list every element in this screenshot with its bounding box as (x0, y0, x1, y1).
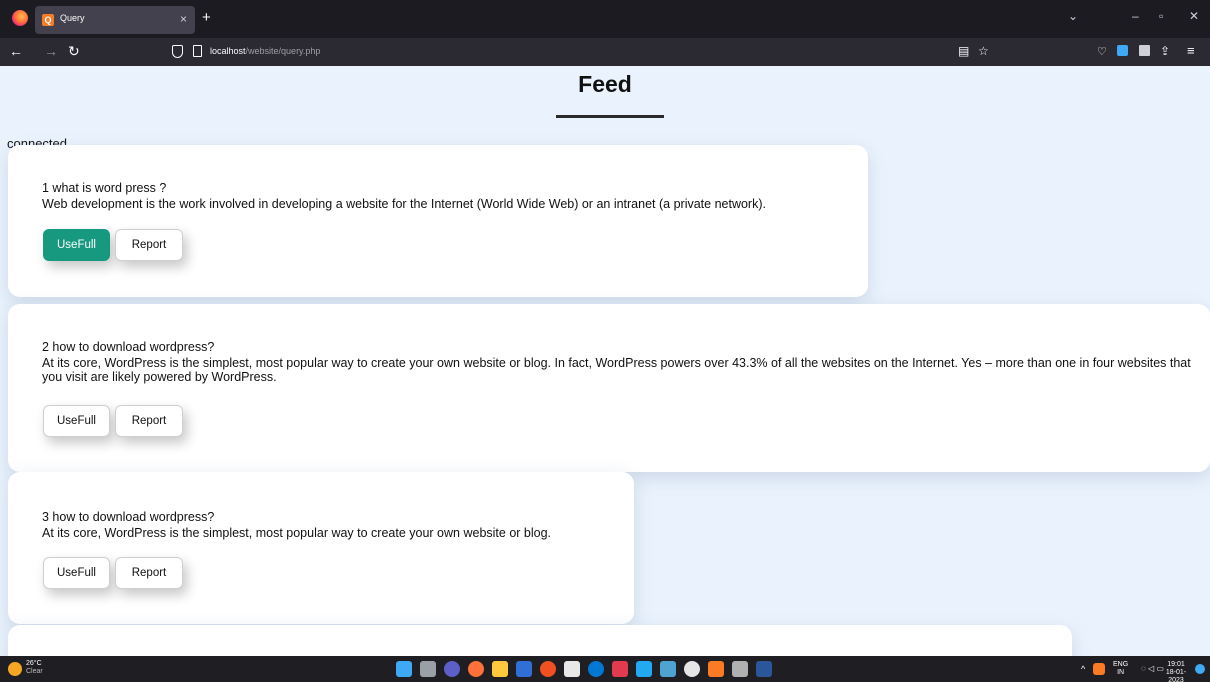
post-card (8, 625, 1072, 656)
weather-widget[interactable]: 26°C Clear (26, 660, 43, 676)
title-underline (556, 115, 664, 118)
app-icon-5[interactable] (684, 661, 700, 677)
task-view-icon[interactable] (420, 661, 436, 677)
new-tab-icon[interactable]: + (202, 9, 211, 26)
vscode-icon[interactable] (636, 661, 652, 677)
reader-view-icon[interactable]: ▤ (958, 44, 969, 58)
reload-icon[interactable]: ↻ (68, 43, 80, 60)
tab-favicon-icon: Q (42, 14, 54, 26)
tab-title: Query (60, 13, 85, 23)
firefox-logo-icon[interactable] (12, 10, 28, 26)
useful-button[interactable]: UseFull (43, 405, 110, 437)
list-all-tabs-icon[interactable]: ⌄ (1068, 9, 1078, 23)
tray-xampp-icon[interactable] (1093, 663, 1105, 675)
hamburger-menu-icon[interactable]: ≡ (1187, 43, 1195, 58)
post-card: 1 what is word press ? Web development i… (8, 145, 868, 297)
page-title: Feed (578, 71, 632, 97)
post-body: At its core, WordPress is the simplest, … (42, 356, 1191, 384)
useful-button[interactable]: UseFull (43, 229, 110, 261)
clock[interactable]: 19:01 18-01-2023 (1159, 661, 1193, 682)
tab-close-icon[interactable]: × (180, 12, 187, 26)
post-card: 3 how to download wordpress? At its core… (8, 472, 634, 624)
database-icon[interactable] (732, 661, 748, 677)
window-close-icon[interactable]: ✕ (1189, 9, 1199, 23)
post-title: 1 what is word press ? (42, 181, 167, 195)
store-icon[interactable] (516, 661, 532, 677)
os-taskbar: 26°C Clear ^ ENG IN ◌ ◁ ▭ 19:01 18-01-20… (0, 656, 1210, 682)
report-button[interactable]: Report (115, 557, 183, 589)
file-explorer-icon[interactable] (492, 661, 508, 677)
forward-arrow-icon[interactable]: → (44, 43, 58, 59)
bookmark-star-icon[interactable]: ☆ (978, 44, 989, 58)
maximize-icon[interactable]: ▫ (1159, 9, 1163, 23)
report-button[interactable]: Report (115, 229, 183, 261)
app-icon-1[interactable] (540, 661, 556, 677)
report-button[interactable]: Report (115, 405, 183, 437)
browser-nav-bar: ← → ↻ localhost/website/query.php ▤ ☆ ♡ … (0, 38, 1210, 66)
back-arrow-icon[interactable]: ← (9, 43, 23, 59)
page-info-icon[interactable] (193, 45, 202, 57)
app-icon-4[interactable] (660, 661, 676, 677)
post-title: 2 how to download wordpress? (42, 340, 215, 354)
pocket-icon[interactable]: ♡ (1097, 45, 1107, 58)
tray-overflow-icon[interactable]: ^ (1081, 665, 1085, 674)
post-title: 3 how to download wordpress? (42, 510, 215, 524)
minimize-icon[interactable]: – (1132, 9, 1139, 23)
notification-icon[interactable] (1195, 664, 1205, 674)
app-icon-2[interactable] (564, 661, 580, 677)
xampp-icon[interactable] (708, 661, 724, 677)
post-body: At its core, WordPress is the simplest, … (42, 526, 552, 540)
post-body: Web development is the work involved in … (42, 197, 766, 211)
chat-icon[interactable] (444, 661, 460, 677)
tracking-shield-icon[interactable] (172, 45, 183, 58)
browser-tab-query[interactable]: Q Query × (35, 6, 195, 34)
url-bar[interactable]: localhost/website/query.php ▤ ☆ (160, 40, 1010, 64)
url-text[interactable]: localhost/website/query.php (210, 46, 320, 56)
page-viewport: Feed connected 1 what is word press ? We… (0, 66, 1210, 656)
firefox-taskbar-icon[interactable] (468, 661, 484, 677)
language-indicator[interactable]: ENG IN (1113, 661, 1128, 677)
browser-tab-bar: Q Query × + ⌄ – ▫ ✕ (0, 0, 1210, 38)
app-icon-3[interactable] (612, 661, 628, 677)
edge-icon[interactable] (588, 661, 604, 677)
extension-icon-2[interactable] (1139, 45, 1150, 56)
post-card: 2 how to download wordpress? At its core… (8, 304, 1210, 472)
start-windows-icon[interactable] (396, 661, 412, 677)
extension-icon[interactable] (1117, 45, 1128, 56)
word-icon[interactable] (756, 661, 772, 677)
useful-button[interactable]: UseFull (43, 557, 110, 589)
share-icon[interactable]: ⇪ (1160, 44, 1170, 58)
weather-moon-icon[interactable] (8, 662, 22, 676)
